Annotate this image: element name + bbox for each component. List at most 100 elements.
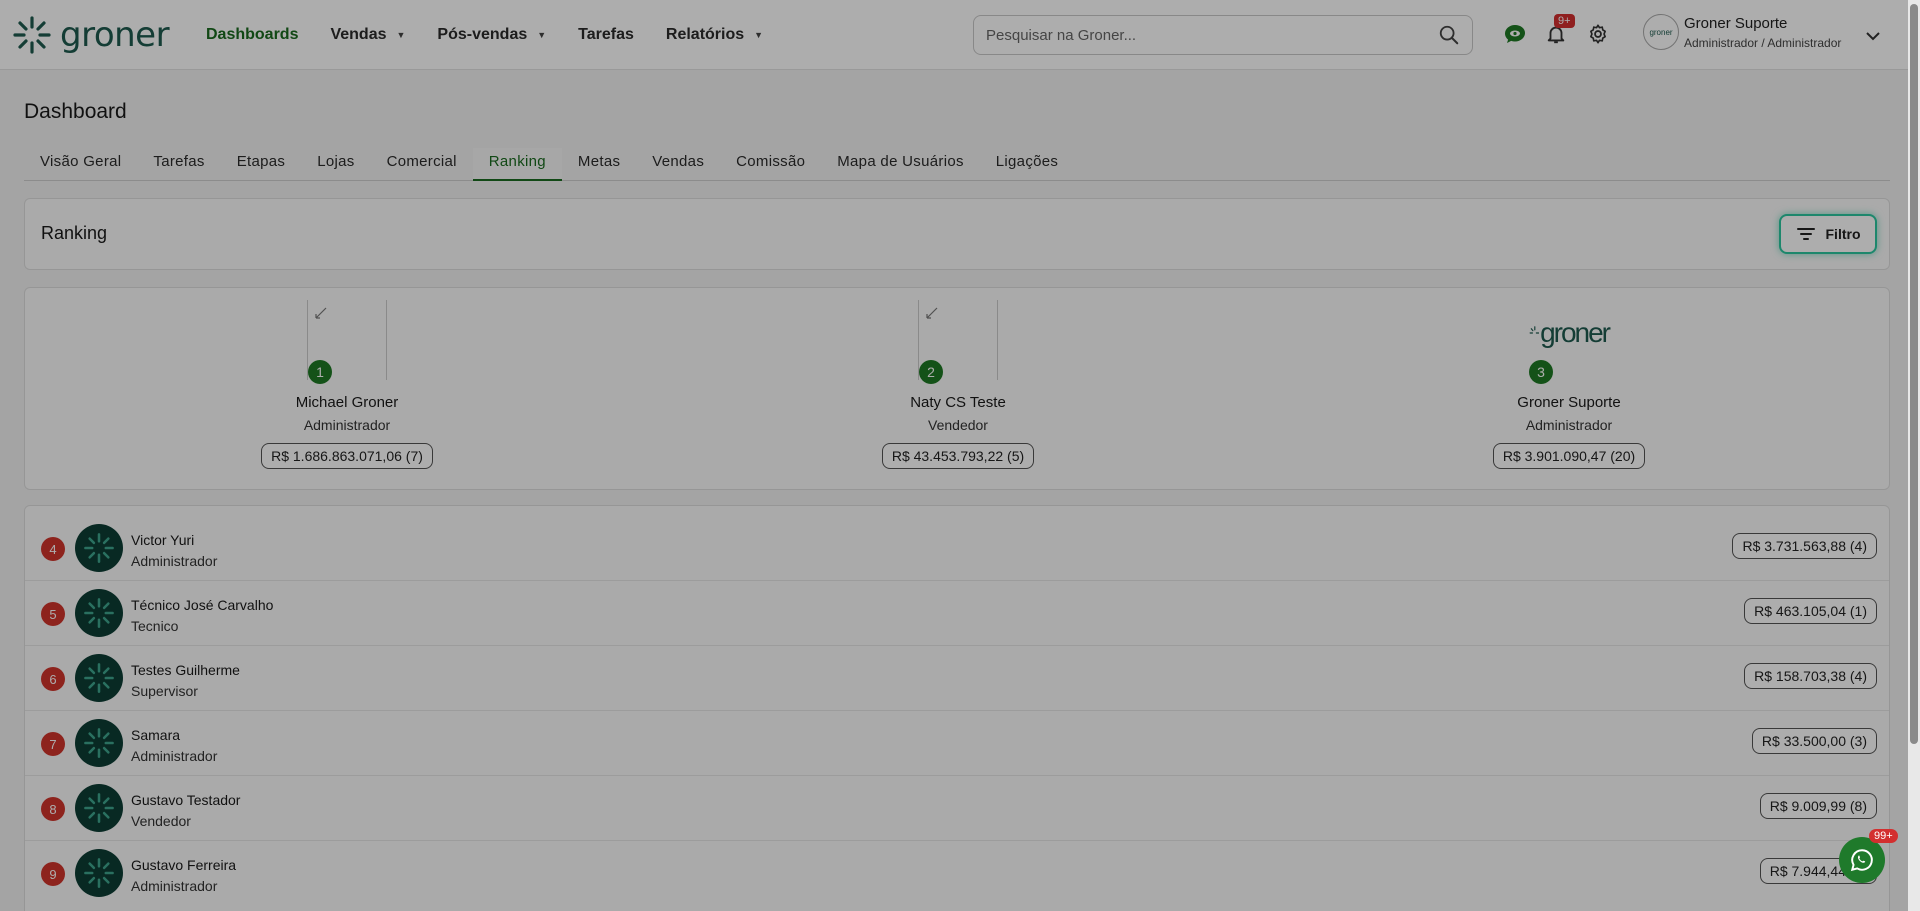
list-item[interactable]: 8 Gustavo Testador Vendedor R$ 9.009,99 …	[25, 776, 1889, 841]
gear-icon[interactable]	[1586, 22, 1610, 46]
tab-etapas[interactable]: Etapas	[221, 148, 302, 181]
whatsapp-badge: 99+	[1869, 829, 1898, 843]
tab-mapa-de-usuarios[interactable]: Mapa de Usuários	[821, 148, 980, 181]
rank-badge: 6	[41, 667, 65, 691]
tab-vendas[interactable]: Vendas	[636, 148, 720, 181]
user-name: Gustavo Testador	[131, 792, 241, 808]
groner-burst-icon	[84, 858, 114, 888]
list-item[interactable]: 6 Testes Guilherme Supervisor R$ 158.703…	[25, 646, 1889, 711]
groner-burst-icon	[84, 728, 114, 758]
ranking-header-card: Ranking Filtro	[24, 198, 1890, 270]
user-photo: 2	[918, 300, 998, 384]
amount-pill: R$ 9.009,99 (8)	[1759, 793, 1877, 819]
broken-image-icon	[926, 307, 938, 319]
podium-name: Groner Suporte	[1517, 394, 1621, 411]
rank-badge: 3	[1529, 360, 1553, 384]
avatar	[75, 654, 123, 702]
tab-comercial[interactable]: Comercial	[371, 148, 473, 181]
podium-third: groner 3 Groner Suporte Administrador R$…	[1439, 300, 1699, 469]
list-item[interactable]: 7 Samara Administrador R$ 33.500,00 (3)	[25, 711, 1889, 776]
filter-label: Filtro	[1825, 226, 1861, 242]
user-name: Samara	[131, 727, 181, 743]
user-photo: groner 3	[1529, 300, 1611, 384]
amount-pill: R$ 1.686.863.071,06 (7)	[261, 443, 433, 469]
rank-badge: 1	[308, 360, 332, 384]
chat-eye-icon[interactable]	[1503, 22, 1527, 46]
podium-name: Michael Groner	[295, 394, 399, 411]
list-item[interactable]: 9 Gustavo Ferreira Administrador R$ 7.94…	[25, 841, 1889, 906]
podium-second: 2 Naty CS Teste Vendedor R$ 43.453.793,2…	[828, 300, 1088, 469]
rank-badge: 9	[41, 862, 65, 886]
tab-tarefas[interactable]: Tarefas	[137, 148, 220, 181]
amount-pill: R$ 158.703,38 (4)	[1744, 663, 1877, 689]
amount-pill: R$ 43.453.793,22 (5)	[881, 443, 1035, 469]
avatar	[75, 524, 123, 572]
caret-down-icon: ▼	[396, 29, 406, 40]
caret-down-icon: ▼	[754, 29, 764, 40]
podium-role: Administrador	[1525, 417, 1613, 433]
nav-vendas[interactable]: Vendas ▼	[330, 26, 405, 44]
nav-vendas-label: Vendas	[330, 25, 387, 43]
filter-button[interactable]: Filtro	[1779, 214, 1877, 254]
user-photo: 1	[307, 300, 387, 384]
broken-image-icon	[315, 307, 327, 319]
groner-burst-icon	[13, 15, 51, 54]
main-nav: Dashboards Vendas ▼ Pós-vendas ▼ Tarefas R…	[206, 26, 795, 44]
avatar	[75, 849, 123, 897]
user-role: Supervisor	[131, 683, 198, 699]
chevron-down-icon[interactable]	[1866, 28, 1880, 46]
tab-lojas[interactable]: Lojas	[301, 148, 370, 181]
avatar	[75, 784, 123, 832]
amount-pill: R$ 33.500,00 (3)	[1751, 728, 1877, 754]
tab-metas[interactable]: Metas	[562, 148, 636, 181]
avatar: groner	[1643, 14, 1679, 50]
user-name: Testes Guilherme	[131, 662, 240, 678]
podium-first: 1 Michael Groner Administrador R$ 1.686.…	[217, 300, 477, 469]
nav-relatorios[interactable]: Relatórios ▼	[666, 26, 763, 44]
user-role: Tecnico	[131, 618, 179, 634]
whatsapp-icon	[1850, 849, 1873, 872]
search-icon[interactable]	[1438, 24, 1460, 46]
tab-comissao[interactable]: Comissão	[720, 148, 821, 181]
tab-visao-geral[interactable]: Visão Geral	[24, 148, 137, 181]
global-search	[973, 15, 1473, 55]
search-input[interactable]	[986, 26, 1438, 44]
groner-burst-icon	[84, 533, 114, 563]
nav-pos-vendas-label: Pós-vendas	[437, 25, 528, 43]
filter-icon	[1796, 228, 1815, 240]
section-title: Ranking	[41, 223, 108, 243]
logo-wordmark: groner	[60, 14, 170, 55]
user-role: Administrador	[131, 878, 218, 894]
nav-relatorios-label: Relatórios	[665, 25, 745, 43]
user-role: Administrador	[131, 553, 218, 569]
nav-tarefas-label: Tarefas	[578, 25, 634, 43]
user-role: Vendedor	[131, 813, 191, 829]
user-menu[interactable]: groner Groner Suporte Administrador / Ad…	[1643, 14, 1841, 50]
user-name: Victor Yuri	[131, 532, 195, 548]
list-item[interactable]: 5 Técnico José Carvalho Tecnico R$ 463.1…	[25, 581, 1889, 646]
dashboard-tabs: Visão Geral Tarefas Etapas Lojas Comerci…	[24, 148, 1890, 181]
groner-logo[interactable]: groner	[12, 15, 182, 55]
amount-pill: R$ 3.901.090,47 (20)	[1492, 443, 1646, 469]
bell-icon[interactable]: 9+	[1544, 14, 1575, 46]
tab-ligacoes[interactable]: Ligações	[980, 148, 1074, 181]
avatar-text: groner	[1649, 27, 1673, 37]
whatsapp-button[interactable]: 99+	[1839, 829, 1898, 883]
podium-name: Naty CS Teste	[910, 394, 1006, 411]
nav-dashboards[interactable]: Dashboards	[206, 26, 298, 44]
podium-card: 1 Michael Groner Administrador R$ 1.686.…	[24, 287, 1890, 490]
scroll-thumb[interactable]	[1910, 4, 1918, 744]
ranking-list-card: 4 Victor Yuri Administrador R$ 3.731.563…	[24, 505, 1890, 911]
page-scrollbar[interactable]	[1908, 0, 1920, 911]
user-role: Administrador / Administrador	[1684, 35, 1842, 50]
nav-dashboards-label: Dashboards	[206, 25, 299, 43]
podium-role: Vendedor	[928, 417, 988, 433]
list-item[interactable]: 4 Victor Yuri Administrador R$ 3.731.563…	[25, 516, 1889, 581]
nav-tarefas[interactable]: Tarefas	[578, 26, 634, 44]
amount-pill: R$ 463.105,04 (1)	[1744, 598, 1877, 624]
nav-pos-vendas[interactable]: Pós-vendas ▼	[437, 26, 546, 44]
notification-badge: 9+	[1554, 14, 1575, 28]
tab-ranking[interactable]: Ranking	[472, 148, 562, 181]
podium-role: Administrador	[303, 417, 391, 433]
groner-burst-icon	[84, 663, 114, 693]
